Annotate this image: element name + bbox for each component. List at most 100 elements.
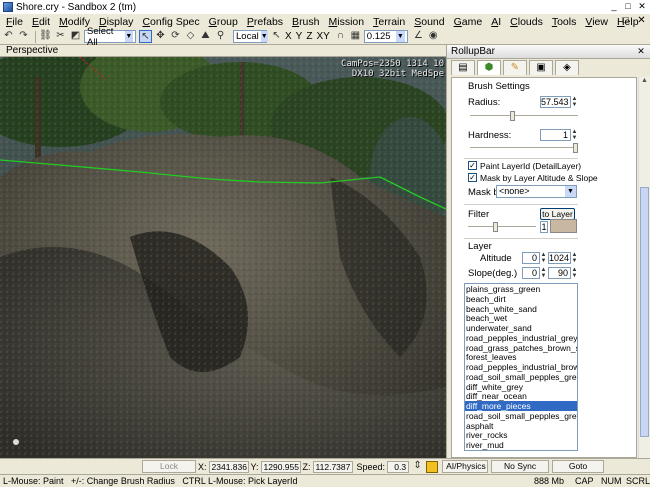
axis-y-button[interactable]: Y — [296, 31, 303, 42]
layer-list-item[interactable]: road_pepples_industrial_grey — [465, 333, 577, 343]
altitude-max-input[interactable]: 1024 — [548, 252, 571, 264]
radius-input[interactable]: 57.543 — [540, 96, 571, 108]
tab-layers-icon[interactable]: ◈ — [555, 60, 579, 75]
layer-list-item[interactable]: beach_white_sand — [465, 304, 577, 314]
tab-objects-icon[interactable]: ▤ — [451, 60, 475, 75]
layer-list-item[interactable]: diff_more_pieces — [465, 401, 577, 411]
mask-altitude-checkbox[interactable]: ✓ — [468, 173, 477, 182]
slope-min-spinner[interactable]: ▲ ▼ — [540, 267, 547, 279]
filter-value[interactable]: 1 — [540, 221, 548, 233]
redo-icon[interactable]: ↷ — [17, 30, 30, 43]
axis-z-button[interactable]: Z — [306, 31, 312, 42]
link-icon[interactable]: ⛓ — [39, 30, 52, 43]
layer-list-item[interactable]: asphalt — [465, 421, 577, 431]
grid-size-dropdown[interactable]: 0.125 ▼ — [363, 30, 408, 43]
layer-list-item[interactable]: diff_white_grey — [465, 382, 577, 392]
speed-spinner-icon[interactable]: ⇕ — [411, 460, 424, 473]
paint-layer-checkbox[interactable]: ✓ — [468, 161, 477, 170]
axis-x-button[interactable]: X — [285, 31, 292, 42]
rotate-icon[interactable]: ⟳ — [169, 30, 182, 43]
ai-physics-button[interactable]: AI/Physics — [442, 460, 489, 473]
magnet-icon[interactable]: ∩ — [334, 30, 347, 43]
layer-list-item[interactable]: road_soil_small_pepples_grey — [465, 411, 577, 421]
hardness-spinner[interactable]: ▲ ▼ — [571, 129, 578, 141]
slope-max-spinner[interactable]: ▲ ▼ — [571, 267, 578, 279]
grid-icon[interactable]: ▦ — [349, 30, 362, 43]
hardness-slider[interactable] — [470, 143, 578, 153]
radius-spinner[interactable]: ▲ ▼ — [571, 96, 578, 108]
layer-list-item[interactable]: river_mud — [465, 440, 577, 450]
no-sync-player-button[interactable]: No Sync Player — [491, 460, 550, 482]
layer-list-item[interactable]: road_soil_small_pepples_green — [465, 372, 577, 382]
menu-clouds[interactable]: Clouds — [510, 16, 543, 28]
mask-by-dropdown[interactable]: <none> ▼ — [496, 185, 577, 198]
menu-mission[interactable]: Mission — [329, 16, 365, 28]
camera-icon[interactable]: ◉ — [427, 30, 440, 43]
tab-terrain-icon[interactable]: ⬢ — [477, 60, 501, 75]
altitude-min-spinner[interactable]: ▲ ▼ — [540, 252, 547, 264]
tab-modify-icon[interactable]: ✎ — [503, 60, 527, 75]
select-object-icon[interactable]: ◩ — [69, 30, 82, 43]
z-position-field[interactable]: 112.7387 — [312, 460, 353, 473]
perspective-viewport[interactable]: Perspective CamPos=2350 1314 10 DX10 32b… — [0, 45, 446, 458]
move-icon[interactable]: ✥ — [154, 30, 167, 43]
terrain-scene[interactable] — [0, 57, 446, 458]
altitude-min-input[interactable]: 0 — [522, 252, 540, 264]
layer-list-item[interactable]: plains_grass_green — [465, 284, 577, 294]
game-mode-icon[interactable] — [426, 460, 439, 473]
menu-sound[interactable]: Sound — [414, 16, 444, 28]
scroll-up-icon[interactable]: ▲ — [639, 77, 650, 87]
menu-view[interactable]: View — [585, 16, 608, 28]
altitude-max-spinner[interactable]: ▲ ▼ — [571, 252, 578, 264]
layer-list-item[interactable]: forest_leaves — [465, 352, 577, 362]
menu-terrain[interactable]: Terrain — [373, 16, 405, 28]
scale-icon[interactable]: ◇ — [184, 30, 197, 43]
menu-edit[interactable]: Edit — [32, 16, 50, 28]
pointer-icon[interactable]: ↖ — [139, 30, 152, 43]
slope-max-input[interactable]: 90 — [548, 267, 571, 279]
viewport-label[interactable]: Perspective — [0, 45, 446, 57]
rollup-scrollbar[interactable]: ▲ — [638, 77, 650, 458]
layer-list-item[interactable]: diff_next_to_ocean — [465, 450, 577, 451]
scroll-thumb[interactable] — [640, 187, 649, 437]
angle-snap-icon[interactable]: ∠ — [412, 30, 425, 43]
goto-position-button[interactable]: Goto position — [552, 460, 605, 482]
menu-ai[interactable]: AI — [491, 16, 501, 28]
maximize-icon[interactable]: □ — [622, 1, 634, 12]
menu-brush[interactable]: Brush — [292, 16, 319, 28]
undo-icon[interactable]: ↶ — [2, 30, 15, 43]
menu-file[interactable]: File — [6, 16, 23, 28]
menu-prefabs[interactable]: Prefabs — [247, 16, 283, 28]
radius-slider[interactable] — [470, 111, 578, 121]
layer-list-item[interactable]: beach_wet — [465, 313, 577, 323]
select-mode-dropdown[interactable]: Select All ▼ — [84, 26, 136, 48]
menu-game[interactable]: Game — [454, 16, 483, 28]
x-position-field[interactable]: 2341.836 — [208, 460, 249, 473]
filter-slider[interactable] — [468, 222, 536, 232]
layer-list-item[interactable]: road_grass_patches_brown_soil — [465, 343, 577, 353]
layer-list-item[interactable]: river_rocks — [465, 430, 577, 440]
restore-icon[interactable]: □ — [619, 15, 632, 27]
filter-color-swatch[interactable] — [550, 219, 577, 233]
y-position-field[interactable]: 1290.955 — [260, 460, 301, 473]
layer-list-item[interactable]: beach_dirt — [465, 294, 577, 304]
layer-list[interactable]: plains_grass_green beach_dirt beach_white_… — [464, 283, 578, 451]
minimize-icon[interactable]: _ — [608, 1, 620, 12]
layer-list-item[interactable]: road_pepples_industrial_brown — [465, 362, 577, 372]
axis-constrain-icon[interactable]: ↖ — [270, 30, 283, 43]
unlink-icon[interactable]: ✂ — [54, 30, 67, 43]
hardness-input[interactable]: 1 — [540, 129, 571, 141]
coord-system-dropdown[interactable]: Local ▼ — [233, 30, 268, 43]
menu-tools[interactable]: Tools — [552, 16, 577, 28]
axis-xy-button[interactable]: XY — [316, 31, 329, 42]
layer-list-item[interactable]: underwater_sand — [465, 323, 577, 333]
menu-modify[interactable]: Modify — [59, 16, 90, 28]
close-icon[interactable]: ✕ — [636, 1, 648, 12]
close-doc-icon[interactable]: ✕ — [635, 15, 648, 27]
slope-min-input[interactable]: 0 — [522, 267, 540, 279]
lock-selection-button[interactable]: Lock Selection — [142, 460, 196, 482]
speed-field[interactable]: 0.3 — [387, 460, 410, 473]
menu-config-spec[interactable]: Config Spec — [142, 16, 199, 28]
terrain-snap-icon[interactable]: ⛰ — [199, 30, 212, 43]
align-icon[interactable]: ⚲ — [214, 30, 227, 43]
